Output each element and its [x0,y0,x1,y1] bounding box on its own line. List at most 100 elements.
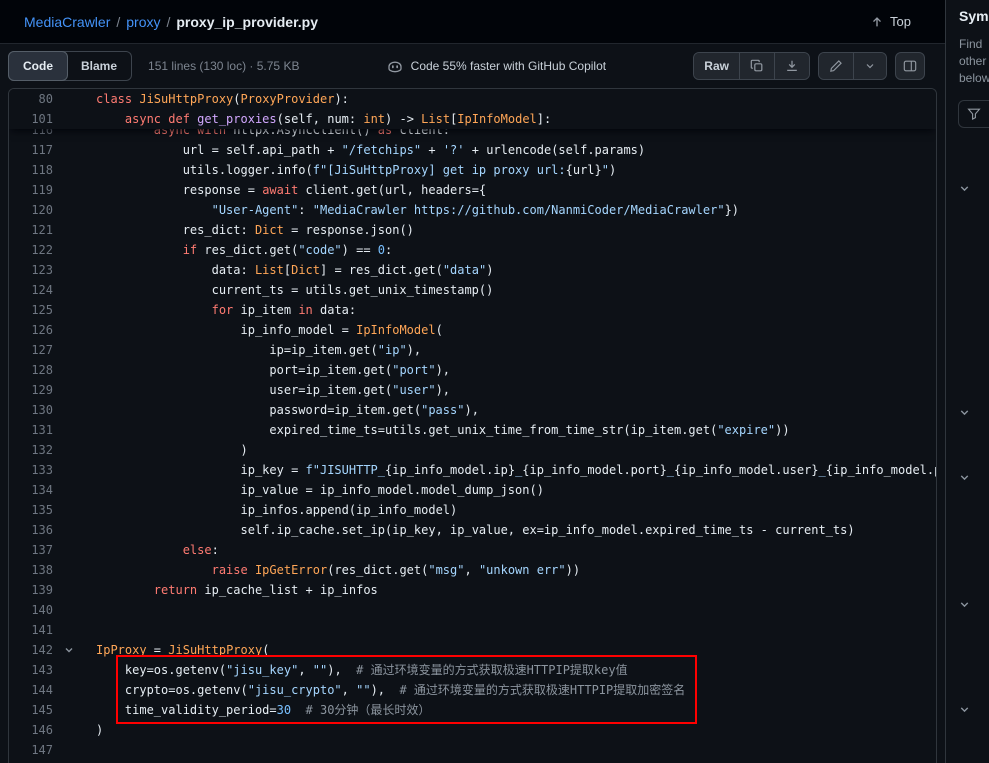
fold-spacer [53,660,81,680]
fold-spacer [53,240,81,260]
code-text: res_dict: Dict = response.json() [81,220,936,240]
code-token: 0 [378,243,385,257]
line-number[interactable]: 145 [9,700,53,720]
line-number[interactable]: 125 [9,300,53,320]
line-number[interactable]: 138 [9,560,53,580]
scroll-to-top-button[interactable]: Top [860,8,921,36]
copilot-icon [387,58,403,74]
code-token: user=ip_item.get( [269,383,392,397]
line-number[interactable]: 141 [9,620,53,640]
raw-button[interactable]: Raw [694,53,739,79]
line-number[interactable]: 146 [9,720,53,740]
code-token: "" [313,663,327,677]
line-number[interactable]: 144 [9,680,53,700]
symbol-tree-chevron-icon[interactable] [958,471,972,485]
line-number[interactable]: 139 [9,580,53,600]
tab-blame[interactable]: Blame [67,52,131,80]
copilot-banner[interactable]: Code 55% faster with GitHub Copilot [387,58,606,74]
line-number[interactable]: 101 [9,109,53,129]
line-number[interactable]: 140 [9,600,53,620]
code-token: "MediaCrawler https://github.com/NanmiCo… [313,203,725,217]
code-line: 124 current_ts = utils.get_unix_timestam… [9,280,936,300]
line-number[interactable]: 132 [9,440,53,460]
code-token: current_ts = utils.get_unix_timestamp() [212,283,494,297]
symbols-panel-toggle[interactable] [895,52,925,80]
symbol-tree-chevron-icon[interactable] [958,182,972,196]
line-number[interactable]: 122 [9,240,53,260]
code-token: "unkown err" [479,563,566,577]
code-text: ip=ip_item.get("ip"), [81,340,936,360]
fold-chevron-icon[interactable] [53,640,81,660]
line-number[interactable]: 147 [9,740,53,760]
code-token: + urlencode(self.params) [465,143,646,157]
code-line: 117 url = self.api_path + "/fetchips" + … [9,140,936,160]
code-line: 80class JiSuHttpProxy(ProxyProvider): [9,89,936,109]
symbol-tree-chevron-icon[interactable] [958,598,972,612]
breadcrumb-dir-link[interactable]: proxy [126,14,160,30]
description-line: below [959,70,989,87]
code-token: # 通过环境变量的方式获取极速HTTPIP提取key值 [356,663,627,677]
code-line: 138 raise IpGetError(res_dict.get("msg",… [9,560,936,580]
line-number[interactable]: 135 [9,500,53,520]
code-token: ) == [342,243,378,257]
line-number[interactable]: 136 [9,520,53,540]
edit-file-button[interactable] [819,53,853,79]
download-raw-button[interactable] [774,53,809,79]
code-line: 143 key=os.getenv("jisu_key", ""), # 通过环… [9,660,936,680]
code-text: utils.logger.info(f"[JiSuHttpProxy] get … [81,160,936,180]
code-token: ), [464,403,478,417]
symbols-filter-input[interactable] [958,100,989,128]
code-token: ) -> [385,112,421,126]
copy-raw-button[interactable] [739,53,774,79]
line-number[interactable]: 134 [9,480,53,500]
code-line: 128 port=ip_item.get("port"), [9,360,936,380]
line-number[interactable]: 120 [9,200,53,220]
code-line: 120 "User-Agent": "MediaCrawler https://… [9,200,936,220]
code-token: crypto=os.getenv( [125,683,248,697]
line-number[interactable]: 137 [9,540,53,560]
symbols-panel: Symbols Find other below [945,0,989,763]
code-line: 132 ) [9,440,936,460]
line-number[interactable]: 121 [9,220,53,240]
line-number[interactable]: 131 [9,420,53,440]
line-number[interactable]: 128 [9,360,53,380]
code-line: 122 if res_dict.get("code") == 0: [9,240,936,260]
code-token: : [212,543,219,557]
fold-spacer [53,380,81,400]
line-number[interactable]: 123 [9,260,53,280]
code-token: ip_item [233,303,298,317]
breadcrumb-repo-link[interactable]: MediaCrawler [24,14,110,30]
code-line: 129 user=ip_item.get("user"), [9,380,936,400]
symbols-panel-description: Find other below [959,36,989,87]
code-token: IpInfoModel [457,112,536,126]
line-number[interactable]: 124 [9,280,53,300]
line-number[interactable]: 143 [9,660,53,680]
line-number[interactable]: 130 [9,400,53,420]
edit-dropdown-button[interactable] [853,53,886,79]
line-number[interactable]: 142 [9,640,53,660]
code-token: , [298,663,312,677]
code-token: ) [486,263,493,277]
tab-code[interactable]: Code [8,51,68,81]
code-line: 126 ip_info_model = IpInfoModel( [9,320,936,340]
fold-spacer [53,320,81,340]
symbol-tree-chevron-icon[interactable] [958,406,972,420]
line-number[interactable]: 129 [9,380,53,400]
fold-spacer [53,520,81,540]
line-number[interactable]: 126 [9,320,53,340]
code-token: res_dict.get( [197,243,298,257]
code-text: ip_info_model = IpInfoModel( [81,320,936,340]
symbols-panel-icon [903,59,917,73]
code-line: 139 return ip_cache_list + ip_infos [9,580,936,600]
line-number[interactable]: 119 [9,180,53,200]
line-number[interactable]: 118 [9,160,53,180]
code-token: f"JISUHTTP_ [306,463,385,477]
code-token: ( [262,643,269,657]
code-text: ) [81,440,936,460]
line-number[interactable]: 133 [9,460,53,480]
line-number[interactable]: 127 [9,340,53,360]
code-token: "msg" [428,563,464,577]
symbol-tree-chevron-icon[interactable] [958,703,972,717]
line-number[interactable]: 80 [9,89,53,109]
line-number[interactable]: 117 [9,140,53,160]
